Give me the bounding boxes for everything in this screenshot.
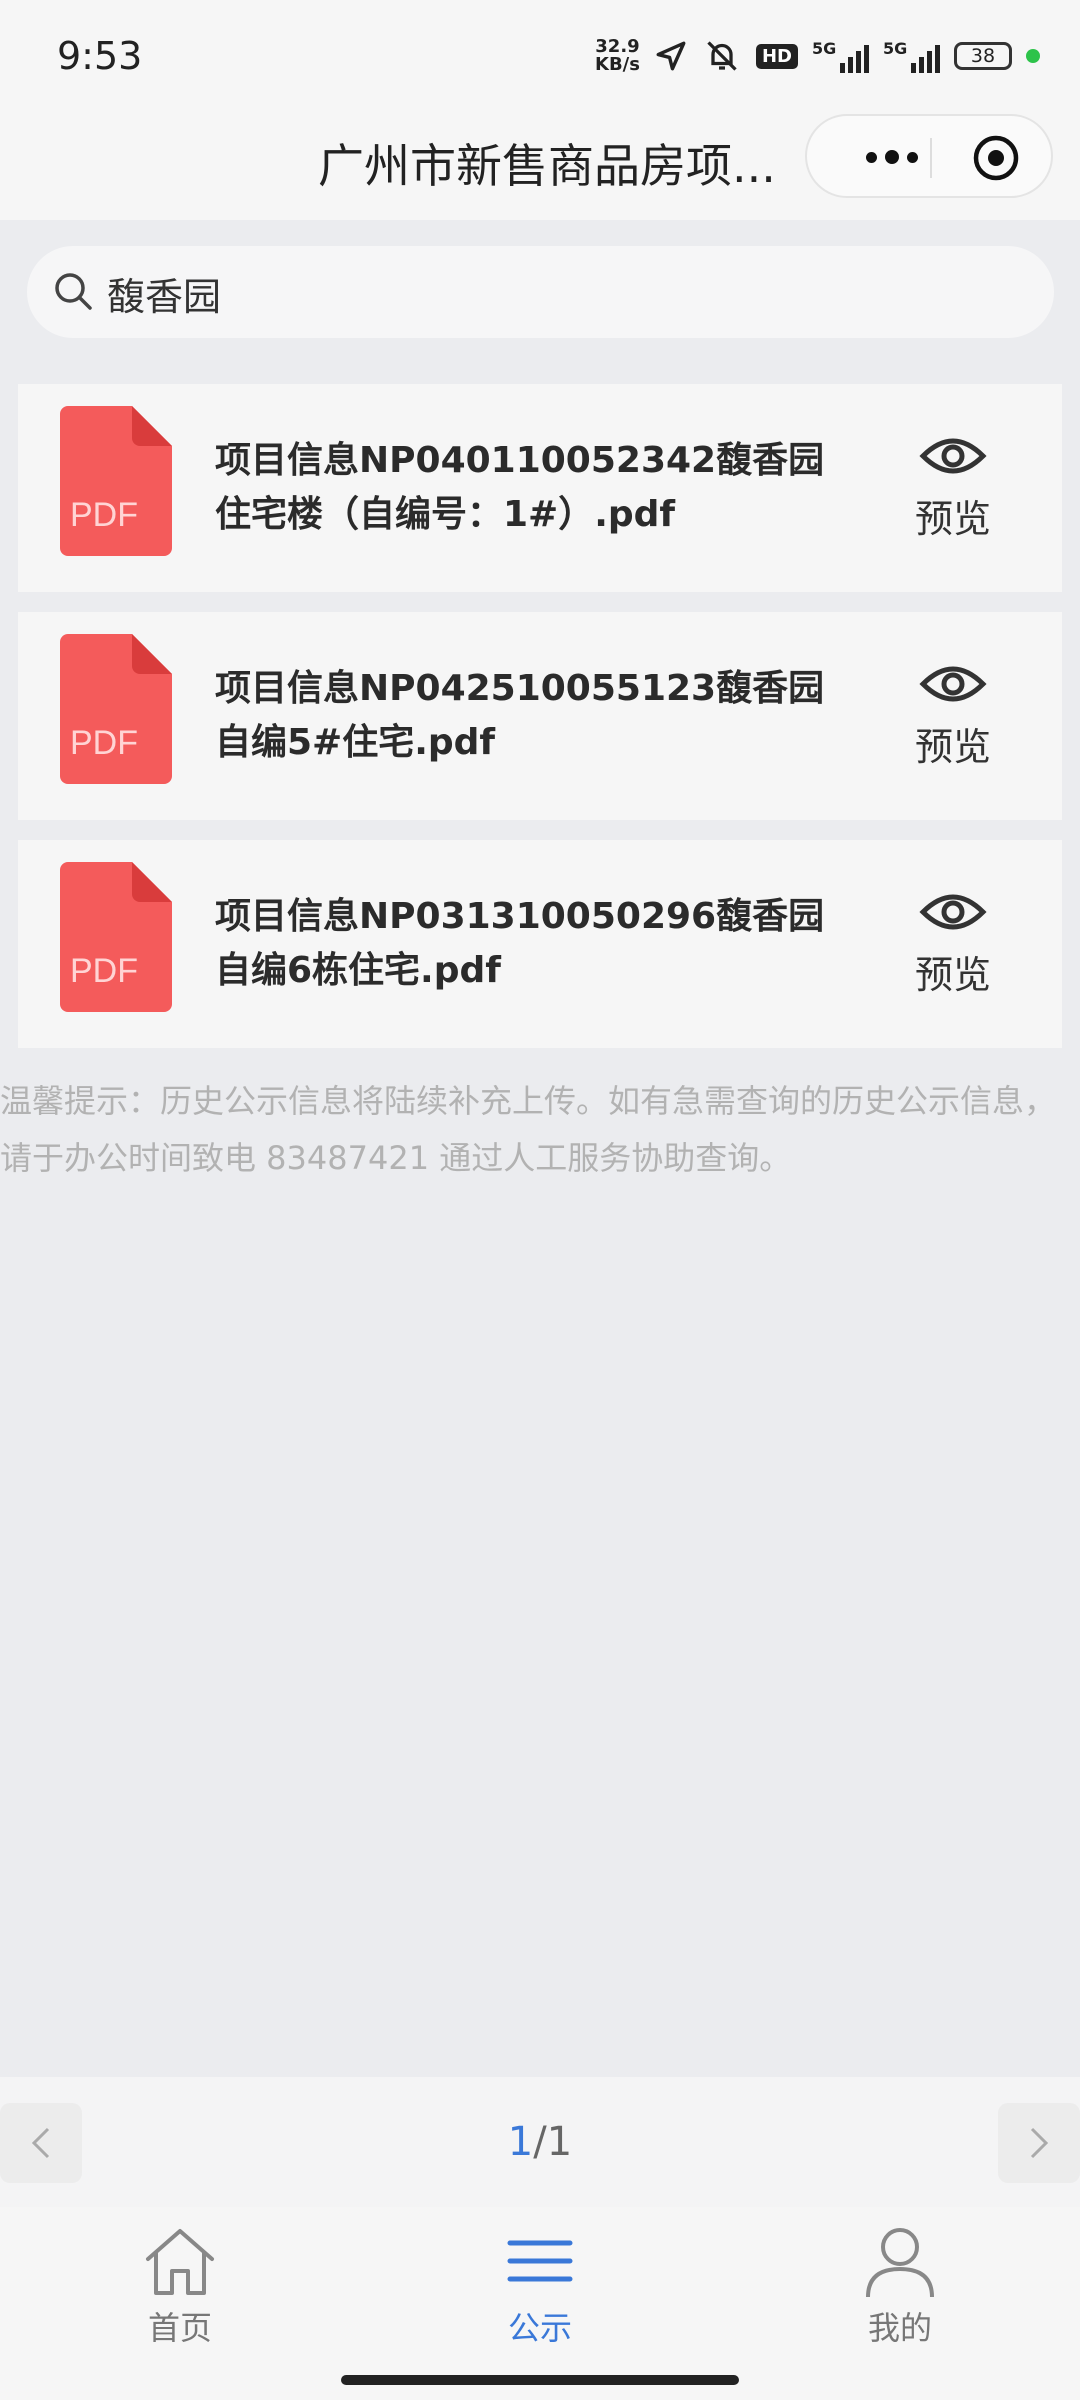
signal-icon-2: 5G xyxy=(883,39,940,73)
tab-me[interactable]: 我的 xyxy=(820,2221,980,2349)
file-title: 项目信息NP040110052342馥香园住宅楼（自编号：1#）.pdf xyxy=(215,440,825,535)
pagination: 1/1 xyxy=(0,2077,1080,2207)
close-target-icon[interactable] xyxy=(972,134,1020,182)
current-page: 1 xyxy=(507,2119,534,2165)
tab-notice[interactable]: 公示 xyxy=(460,2221,620,2349)
miniprogram-capsule xyxy=(805,114,1053,198)
user-icon xyxy=(866,2228,934,2298)
preview-label: 预览 xyxy=(914,953,991,997)
privacy-dot xyxy=(1026,49,1040,63)
status-bar: 9:53 32.9 KB/s HD 5G 5G 38 xyxy=(0,0,1080,110)
page-indicator: 1/1 xyxy=(507,2119,573,2165)
pdf-icon: PDF xyxy=(60,862,172,1012)
chevron-right-icon xyxy=(1030,2127,1049,2159)
tab-home[interactable]: 首页 xyxy=(100,2221,260,2349)
next-page-button[interactable] xyxy=(998,2103,1080,2183)
total-pages: 1 xyxy=(546,2119,573,2165)
list-item[interactable]: PDF 项目信息NP040110052342馥香园住宅楼（自编号：1#）.pdf… xyxy=(18,384,1062,592)
location-icon xyxy=(656,41,686,71)
list-icon xyxy=(507,2240,573,2282)
preview-button[interactable]: 预览 xyxy=(898,660,1008,771)
preview-label: 预览 xyxy=(914,497,991,541)
battery-icon: 38 xyxy=(954,42,1012,70)
list-item[interactable]: PDF 项目信息NP031310050296馥香园自编6栋住宅.pdf 预览 xyxy=(18,840,1062,1048)
net-speed: 32.9 KB/s xyxy=(595,36,640,75)
eye-icon xyxy=(919,894,987,930)
home-icon xyxy=(146,2229,214,2295)
eye-icon xyxy=(919,438,987,474)
page-title: 广州市新售商品房项... xyxy=(318,139,776,193)
preview-button[interactable]: 预览 xyxy=(898,432,1008,543)
list-item[interactable]: PDF 项目信息NP042510055123馥香园自编5#住宅.pdf 预览 xyxy=(18,612,1062,820)
search-box[interactable] xyxy=(27,246,1054,338)
pdf-icon: PDF xyxy=(60,634,172,784)
svg-text:PDF: PDF xyxy=(70,724,138,762)
notice-text: 温馨提示：历史公示信息将陆续补充上传。如有急需查询的历史公示信息，请于办公时间致… xyxy=(0,1082,1057,1177)
preview-label: 预览 xyxy=(914,725,991,769)
svg-text:PDF: PDF xyxy=(70,496,138,534)
file-title: 项目信息NP042510055123馥香园自编5#住宅.pdf xyxy=(215,668,825,763)
home-indicator xyxy=(341,2375,739,2385)
preview-button[interactable]: 预览 xyxy=(898,888,1008,999)
pdf-icon: PDF xyxy=(60,406,172,556)
capsule-divider xyxy=(930,138,932,178)
file-title: 项目信息NP031310050296馥香园自编6栋住宅.pdf xyxy=(215,896,825,991)
tab-bar: 首页 公示 我的 xyxy=(0,2207,1080,2400)
nav-bar: 广州市新售商品房项... xyxy=(0,110,1080,220)
status-time: 9:53 xyxy=(57,34,143,78)
status-icons: 32.9 KB/s HD 5G 5G 38 xyxy=(595,30,1040,82)
eye-icon xyxy=(919,666,987,702)
hd-badge: HD xyxy=(755,43,798,69)
search-icon xyxy=(55,273,92,310)
mute-bell-icon xyxy=(707,41,737,71)
search-input[interactable] xyxy=(105,260,1009,326)
svg-text:PDF: PDF xyxy=(70,952,138,990)
signal-icon-1: 5G xyxy=(812,39,869,73)
